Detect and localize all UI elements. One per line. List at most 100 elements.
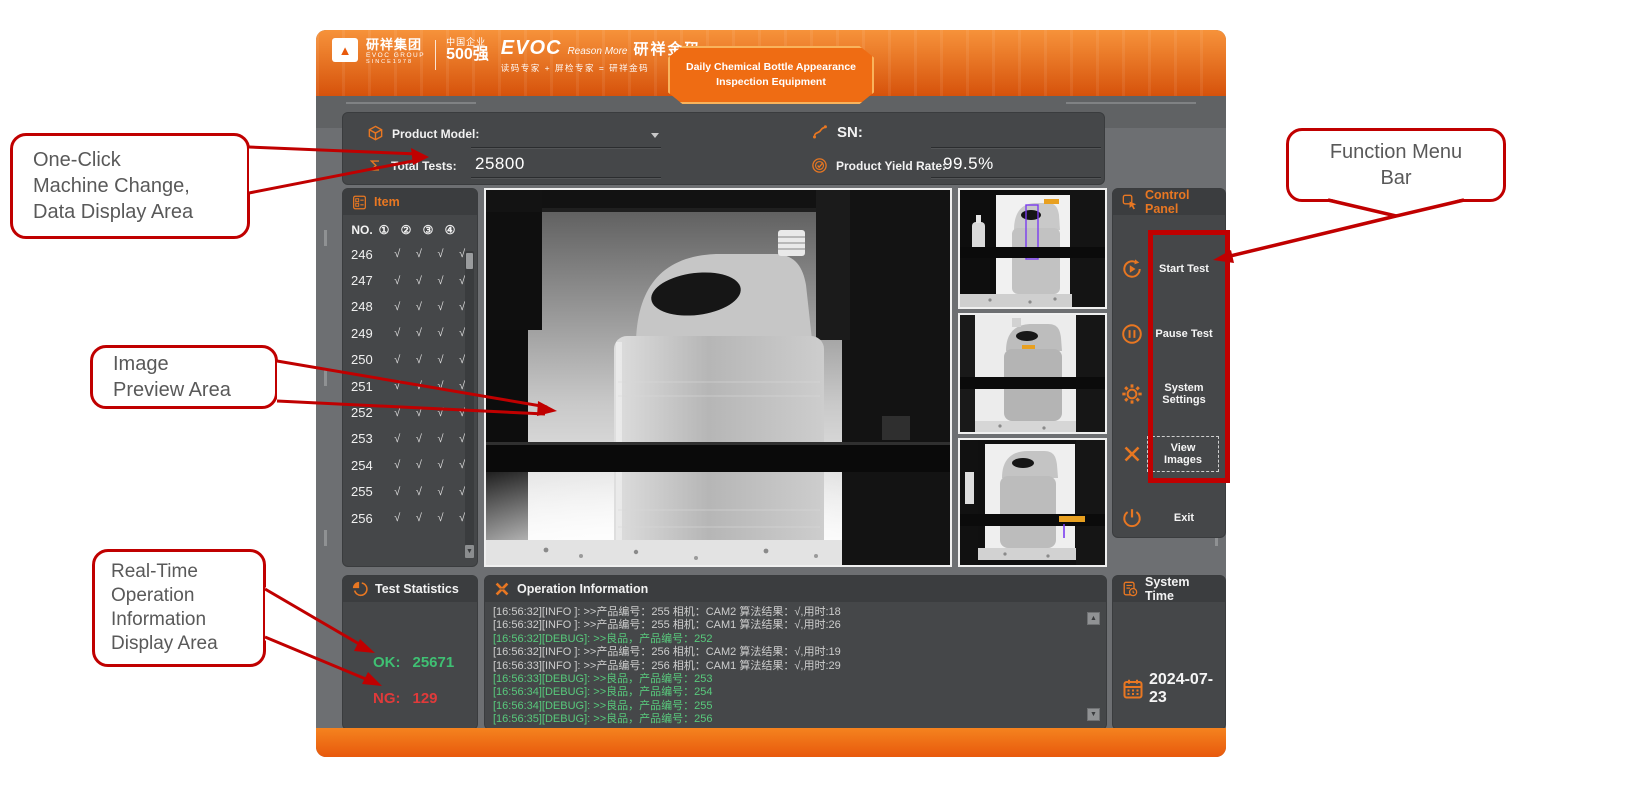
column-header: ③ <box>417 223 439 237</box>
start-test-icon <box>1117 258 1147 280</box>
callout-text-line: Data Display Area <box>33 199 247 225</box>
item-scrollbar-thumb[interactable] <box>466 253 473 269</box>
dropdown-caret-icon[interactable] <box>651 133 659 138</box>
log-line: [16:56:35][DEBUG]: >>良品，产品编号：256 <box>493 713 1084 725</box>
table-row: 246 √ √ √ √ <box>343 241 477 267</box>
trim-line <box>346 102 476 104</box>
product-model-select[interactable] <box>475 127 661 145</box>
check-cell: √ <box>408 512 430 524</box>
log-area: [16:56:32][INFO ]: >>产品编号：255 相机：CAM2 算法… <box>493 606 1084 725</box>
sn-label: SN: <box>837 124 863 141</box>
column-header: ④ <box>439 223 461 237</box>
callout-text-line: Image <box>113 351 275 377</box>
table-row: 249 √ √ √ √ <box>343 320 477 346</box>
app-window: ▲ 研祥集团 EVOC GROUP SINCE1978 中国企业 500强 EV… <box>316 30 1226 757</box>
control-panel-icon <box>1122 194 1138 210</box>
pause-test-icon <box>1117 323 1147 345</box>
evoc-logo-icon: ▲ <box>332 38 358 62</box>
item-scrollbar[interactable]: ▼ <box>465 251 474 558</box>
product-model-icon <box>367 125 384 142</box>
product-model-label: Product Model: <box>392 127 479 141</box>
logo-top500: 500强 <box>446 47 489 63</box>
ng-label: NG: <box>373 690 401 707</box>
check-cell: √ <box>386 407 408 419</box>
yield-rate-underline <box>931 177 1101 178</box>
check-cell: √ <box>408 433 430 445</box>
table-row: 252 √ √ √ √ <box>343 399 477 425</box>
item-table-header: NO.①②③④ <box>343 215 477 241</box>
sn-underline <box>931 147 1101 148</box>
logo-since: SINCE1978 <box>366 60 425 66</box>
check-cell: √ <box>408 354 430 366</box>
brand-logos: ▲ 研祥集团 EVOC GROUP SINCE1978 中国企业 500强 EV… <box>332 38 702 74</box>
table-row: 256 √ √ √ √ <box>343 505 477 531</box>
check-cell: √ <box>430 275 452 287</box>
check-cell: √ <box>386 486 408 498</box>
row-number: 256 <box>351 511 386 526</box>
check-cell: √ <box>386 327 408 339</box>
callout-text-line: Display Area <box>111 632 263 656</box>
preview-image-2[interactable] <box>958 313 1107 434</box>
check-cell: √ <box>408 275 430 287</box>
exit-button[interactable]: Exit <box>1117 501 1221 535</box>
pie-chart-icon <box>352 581 368 597</box>
callout-text-line: Information <box>111 608 263 632</box>
log-line: [16:56:32][INFO ]: >>产品编号：255 相机：CAM2 算法… <box>493 606 1084 619</box>
row-number: 251 <box>351 379 386 394</box>
check-cell: √ <box>408 459 430 471</box>
logo-slogan-script: Reason More <box>567 46 627 57</box>
yield-rate-label: Product Yield Rate: <box>836 159 946 173</box>
ng-value: 129 <box>413 690 438 707</box>
check-cell: √ <box>386 380 408 392</box>
footer-bar <box>316 728 1226 757</box>
logo-divider <box>435 40 436 70</box>
frame-tick <box>324 370 327 386</box>
check-cell: √ <box>430 407 452 419</box>
row-number: 247 <box>351 273 386 288</box>
check-cell: √ <box>408 248 430 260</box>
callout-text-line: Real-Time <box>111 560 263 584</box>
callout-operation-info: Real-TimeOperationInformationDisplay Are… <box>92 549 266 667</box>
operation-information-title: Operation Information <box>517 582 648 596</box>
row-number: 252 <box>351 405 386 420</box>
app-title-line2: Inspection Equipment <box>716 75 826 90</box>
column-header: NO. <box>351 223 373 237</box>
row-number: 250 <box>351 352 386 367</box>
calendar-icon <box>1123 679 1143 699</box>
check-cell: √ <box>430 327 452 339</box>
check-cell: √ <box>430 248 452 260</box>
item-panel-title: Item <box>374 195 400 209</box>
row-number: 246 <box>351 247 386 262</box>
logo-group-en: EVOC GROUP <box>366 53 425 60</box>
data-display-panel: Product Model: Total Tests: 25800 <box>342 112 1105 185</box>
check-cell: √ <box>430 433 452 445</box>
check-cell: √ <box>386 354 408 366</box>
callout-text-line: Bar <box>1289 165 1503 191</box>
check-cell: √ <box>386 433 408 445</box>
total-tests-icon <box>367 157 383 174</box>
gear-icon <box>1117 383 1147 405</box>
power-icon <box>1117 507 1147 529</box>
item-scroll-down-button[interactable]: ▼ <box>465 545 474 558</box>
log-scroll-down-button[interactable]: ▼ <box>1087 708 1100 721</box>
system-date: 2024-07-23 <box>1149 671 1225 707</box>
app-title-line1: Daily Chemical Bottle Appearance <box>686 60 856 75</box>
checklist-icon <box>352 195 367 210</box>
column-header: ① <box>373 223 395 237</box>
row-number: 249 <box>351 326 386 341</box>
callout-text-line: Function Menu <box>1289 139 1503 165</box>
preview-image-3[interactable] <box>958 438 1107 567</box>
preview-image-1[interactable] <box>958 188 1107 309</box>
callout-text-line: Operation <box>111 584 263 608</box>
system-time-panel: System Time 2024-07-23 <box>1112 575 1226 730</box>
log-scroll-up-button[interactable]: ▲ <box>1087 612 1100 625</box>
row-number: 254 <box>351 458 386 473</box>
check-cell: √ <box>430 354 452 366</box>
check-cell: √ <box>408 301 430 313</box>
total-tests-value: 25800 <box>475 154 525 174</box>
log-line: [16:56:34][DEBUG]: >>良品，产品编号：255 <box>493 700 1084 713</box>
annotation-highlight-rect <box>1148 230 1230 483</box>
table-row: 250 √ √ √ √ <box>343 347 477 373</box>
system-time-title: System Time <box>1145 575 1216 603</box>
check-cell: √ <box>386 248 408 260</box>
